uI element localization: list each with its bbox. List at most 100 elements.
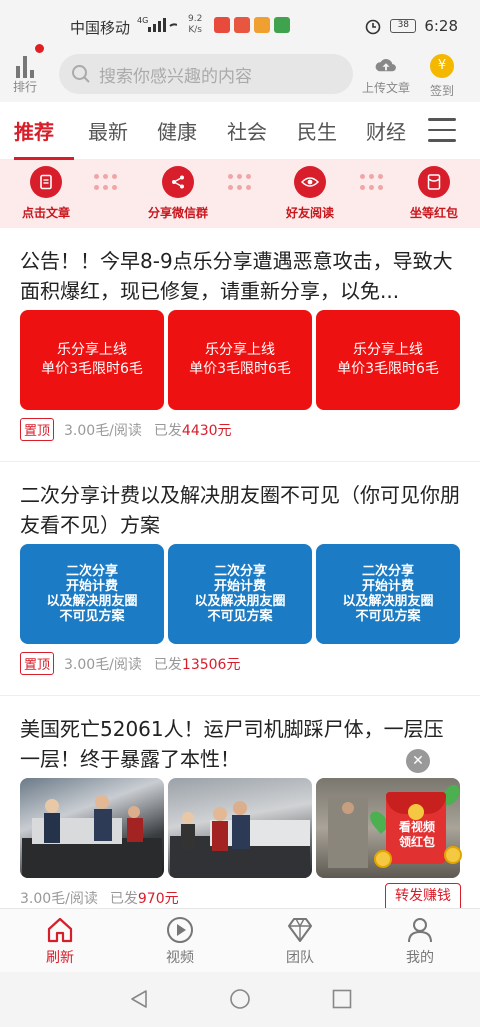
quick-actions-bar: 点击文章 分享微信群 好友阅读 坐等红包 bbox=[0, 160, 480, 228]
quick-action-share-group[interactable]: 分享微信群 bbox=[138, 166, 218, 221]
upload-article-button[interactable]: 上传文章 bbox=[356, 52, 416, 96]
article-meta: 3.00毛/阅读 已发 970元 bbox=[20, 888, 179, 908]
article-thumbnail: 乐分享上线 单价3毛限时6毛 bbox=[20, 310, 164, 410]
net-speed: 9.2 K/s bbox=[188, 14, 203, 35]
status-bar: 中国移动 4G 9.2 K/s 38 6:28 bbox=[0, 0, 480, 52]
rank-button[interactable]: 排行 bbox=[8, 44, 44, 95]
nav-label: 刷新 bbox=[46, 950, 74, 966]
signal-icon: 4G bbox=[137, 15, 178, 36]
share-icon bbox=[162, 166, 194, 198]
notification-icons bbox=[214, 17, 290, 33]
photo-thumbnail bbox=[168, 778, 312, 878]
paid-amount: 4430元 bbox=[181, 422, 232, 439]
app-notification-icon bbox=[254, 17, 270, 33]
tab-health[interactable]: 健康 bbox=[157, 116, 197, 145]
svg-text:4G: 4G bbox=[137, 16, 148, 25]
recents-icon[interactable] bbox=[331, 988, 353, 1014]
coin-icon: ¥ bbox=[430, 54, 454, 78]
search-icon bbox=[72, 65, 90, 83]
article-title[interactable]: 二次分享计费以及解决朋友圈不可见（你可见你朋友看不见）方案 bbox=[20, 480, 462, 540]
diamond-icon bbox=[288, 918, 312, 942]
photo-thumbnail bbox=[20, 778, 164, 878]
paid-amount: 970元 bbox=[137, 891, 179, 907]
nav-refresh[interactable]: 刷新 bbox=[30, 915, 90, 967]
quick-action-wait-redpacket[interactable]: 坐等红包 bbox=[394, 166, 474, 221]
nav-video[interactable]: 视频 bbox=[150, 915, 210, 967]
document-icon bbox=[30, 166, 62, 198]
alarm-icon bbox=[366, 19, 381, 35]
app-notification-icon bbox=[274, 17, 290, 33]
quick-action-friend-read[interactable]: 好友阅读 bbox=[270, 166, 350, 221]
menu-icon[interactable] bbox=[428, 118, 456, 142]
category-tabs: 推荐 最新 健康 社会 民生 财经 bbox=[0, 102, 480, 160]
article-meta: 置顶 3.00毛/阅读 已发 13506元 bbox=[20, 652, 240, 675]
search-input[interactable]: 搜索你感兴趣的内容 bbox=[59, 54, 353, 94]
ad-label: 看视频 领红包 bbox=[398, 820, 435, 849]
redpacket-icon bbox=[418, 166, 450, 198]
signin-label: 签到 bbox=[429, 84, 454, 98]
search-placeholder: 搜索你感兴趣的内容 bbox=[99, 66, 252, 87]
tab-recommend[interactable]: 推荐 bbox=[14, 116, 54, 145]
paid-prefix: 已发 bbox=[109, 891, 138, 907]
eye-icon bbox=[294, 166, 326, 198]
nav-label: 视频 bbox=[166, 950, 194, 966]
user-icon bbox=[408, 918, 432, 943]
nav-team[interactable]: 团队 bbox=[270, 915, 330, 967]
dots-decoration bbox=[360, 174, 388, 192]
home-circle-icon[interactable] bbox=[229, 988, 251, 1014]
close-icon[interactable]: ✕ bbox=[406, 749, 430, 773]
quick-action-label: 好友阅读 bbox=[285, 206, 334, 220]
quick-action-label: 分享微信群 bbox=[147, 206, 208, 220]
article-card[interactable]: 二次分享计费以及解决朋友圈不可见（你可见你朋友看不见）方案 二次分享 开始计费 … bbox=[0, 474, 480, 696]
forward-earn-button[interactable]: 转发赚钱 bbox=[385, 883, 461, 911]
app-notification-icon bbox=[214, 17, 230, 33]
coin-icon bbox=[374, 850, 392, 868]
dots-decoration bbox=[228, 174, 256, 192]
pinned-badge: 置顶 bbox=[20, 652, 55, 675]
battery-icon: 38 bbox=[390, 19, 417, 33]
rank-label: 排行 bbox=[12, 80, 37, 94]
bar-chart-icon bbox=[8, 54, 42, 78]
article-thumbnail: 二次分享 开始计费 以及解决朋友圈 不可见方案 bbox=[20, 544, 164, 644]
home-icon bbox=[47, 917, 73, 943]
tab-finance[interactable]: 财经 bbox=[366, 116, 406, 145]
video-redpacket-ad[interactable]: 看视频 领红包 bbox=[366, 780, 464, 880]
tab-society[interactable]: 社会 bbox=[227, 116, 267, 145]
article-card[interactable]: 公告！！今早8-9点乐分享遭遇恶意攻击，导致大面积爆红，现已修复，请重新分享，以… bbox=[0, 240, 480, 462]
clock: 6:28 bbox=[424, 17, 458, 35]
article-thumbnail: 乐分享上线 单价3毛限时6毛 bbox=[168, 310, 312, 410]
price-per-read: 3.00毛/阅读 bbox=[64, 656, 142, 673]
price-per-read: 3.00毛/阅读 bbox=[64, 422, 142, 439]
bottom-nav: 刷新 视频 团队 我的 bbox=[0, 908, 480, 972]
article-title[interactable]: 美国死亡52061人！运尸司机脚踩尸体，一层压一层！终于暴露了本性！ bbox=[20, 714, 462, 774]
article-title[interactable]: 公告！！今早8-9点乐分享遭遇恶意攻击，导致大面积爆红，现已修复，请重新分享，以… bbox=[20, 246, 462, 306]
nav-label: 团队 bbox=[286, 950, 314, 966]
notification-dot bbox=[35, 44, 44, 53]
system-nav-bar bbox=[0, 972, 480, 1027]
play-icon bbox=[167, 917, 193, 943]
dots-decoration bbox=[94, 174, 122, 192]
article-thumbnail: 二次分享 开始计费 以及解决朋友圈 不可见方案 bbox=[316, 544, 460, 644]
tab-livelihood[interactable]: 民生 bbox=[297, 116, 337, 145]
cloud-upload-icon bbox=[375, 59, 396, 72]
quick-action-click-article[interactable]: 点击文章 bbox=[6, 166, 86, 221]
app-notification-icon bbox=[234, 17, 250, 33]
pinned-badge: 置顶 bbox=[20, 418, 55, 441]
article-thumbnails: 乐分享上线 单价3毛限时6毛 乐分享上线 单价3毛限时6毛 乐分享上线 单价3毛… bbox=[20, 310, 460, 410]
paid-amount: 13506元 bbox=[181, 656, 241, 673]
coin-icon bbox=[444, 846, 462, 864]
app-header: 排行 搜索你感兴趣的内容 上传文章 ¥ 签到 bbox=[0, 44, 480, 102]
nav-mine[interactable]: 我的 bbox=[390, 915, 450, 967]
quick-action-label: 点击文章 bbox=[21, 206, 70, 220]
tab-latest[interactable]: 最新 bbox=[88, 116, 128, 145]
signin-button[interactable]: ¥ 签到 bbox=[422, 52, 462, 99]
article-meta: 置顶 3.00毛/阅读 已发 4430元 bbox=[20, 418, 232, 441]
paid-prefix: 已发 bbox=[153, 656, 182, 673]
article-thumbnail: 乐分享上线 单价3毛限时6毛 bbox=[316, 310, 460, 410]
quick-action-label: 坐等红包 bbox=[409, 206, 458, 220]
back-icon[interactable] bbox=[128, 988, 150, 1014]
article-thumbnails: 二次分享 开始计费 以及解决朋友圈 不可见方案 二次分享 开始计费 以及解决朋友… bbox=[20, 544, 460, 644]
carrier-name: 中国移动 bbox=[70, 19, 131, 37]
upload-label: 上传文章 bbox=[361, 81, 410, 95]
nav-label: 我的 bbox=[406, 950, 434, 966]
